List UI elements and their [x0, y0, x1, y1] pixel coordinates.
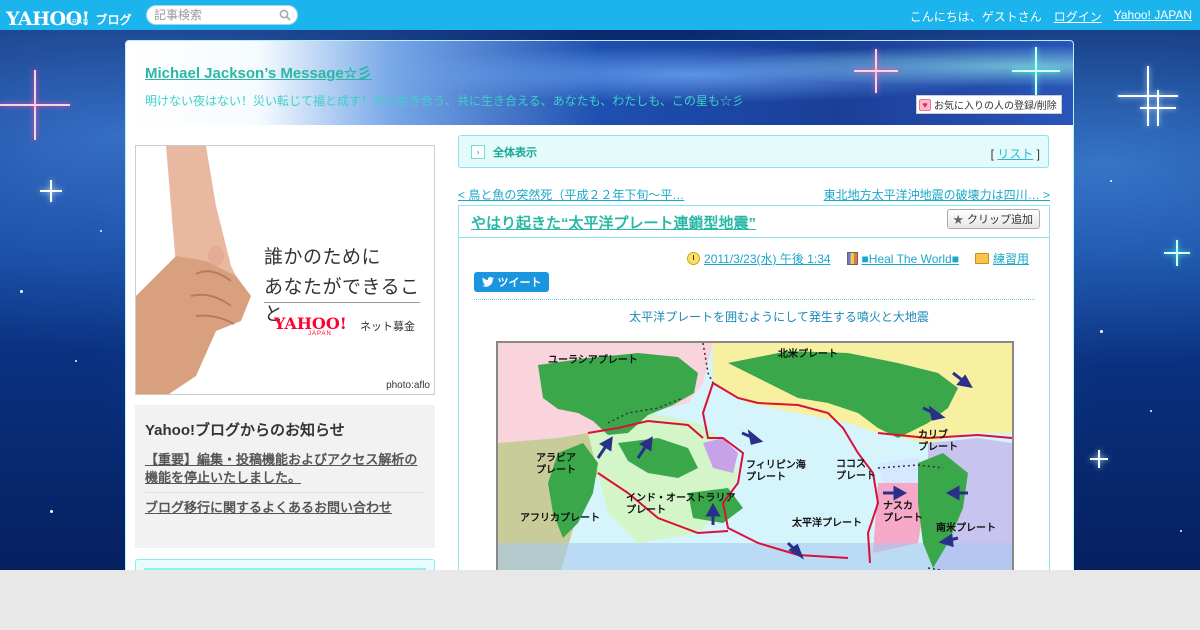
- article-date-link[interactable]: 2011/3/23(水) 午後 1:34: [704, 250, 831, 267]
- article-caption: 太平洋プレートを囲むようにして発生する噴火と大地震: [629, 310, 929, 324]
- map-label-arabia: アラビアプレート: [536, 451, 576, 476]
- notice-link-important[interactable]: 【重要】編集・投稿機能およびアクセス解析の機能を停止いたしました。: [145, 451, 425, 487]
- ad-photo-credit: photo:aflo: [386, 380, 430, 391]
- twitter-bird-icon: [481, 277, 494, 287]
- article-folder-link[interactable]: 練習用: [993, 250, 1029, 267]
- star-decoration: [100, 230, 102, 232]
- article-title-bar: やはり起きた“太平洋プレート連鎖型地震” ★ クリップ追加: [459, 206, 1049, 238]
- next-article-link[interactable]: 東北地方太平洋沖地震の破壊力は四川… >: [824, 188, 1050, 202]
- star-decoration: [1180, 530, 1182, 532]
- favorite-register-button[interactable]: ♥ お気に入りの人の登録/削除: [916, 95, 1062, 114]
- star-decoration: [1110, 180, 1112, 182]
- all-view-icon: ›: [471, 144, 485, 159]
- prev-article-link[interactable]: < 鳥と魚の突然死（平成２２年下旬～平…: [458, 188, 684, 202]
- star-decoration: [1100, 330, 1103, 333]
- map-label-eurasia: ユーラシアプレート: [548, 353, 638, 366]
- sparkle-decoration: [1090, 450, 1108, 468]
- page-bottom-strip: [0, 570, 1200, 630]
- ad-divider: [264, 302, 420, 303]
- blog-frame: Michael Jackson’s Message☆彡 明けない夜はない！災い転…: [125, 40, 1074, 580]
- article-category-link[interactable]: ■Heal The World■: [862, 252, 959, 266]
- list-bracket-open: [: [990, 147, 994, 161]
- article-meta: 2011/3/23(水) 午後 1:34 ■Heal The World■ 練習…: [687, 250, 1029, 267]
- charity-ad-banner[interactable]: 誰かのために あなたができること YAHOO! JAPAN ネット募金 phot…: [135, 145, 435, 395]
- yahoo-top-bar: YAHOO! JAPAN ブログ こんにちは、ゲストさん ログイン Yahoo!…: [0, 0, 1200, 30]
- helping-hands-image: [136, 146, 251, 394]
- list-bracket-close: ]: [1036, 147, 1040, 161]
- favorite-register-label: お気に入りの人の登録/削除: [934, 101, 1057, 112]
- search-icon[interactable]: [279, 9, 291, 21]
- yahoo-blog-notice-box: Yahoo!ブログからのお知らせ 【重要】編集・投稿機能およびアクセス解析の機能…: [135, 405, 435, 548]
- search-box: [146, 5, 298, 25]
- notice-heading: Yahoo!ブログからのお知らせ: [145, 422, 345, 439]
- list-toggle: [ リスト ]: [991, 145, 1040, 162]
- blog-title-link[interactable]: Michael Jackson’s Message☆彡: [145, 62, 372, 83]
- ad-service-name: ネット募金: [360, 321, 415, 333]
- greeting-text: こんにちは、ゲストさん: [909, 10, 1042, 24]
- map-label-north-america: 北米プレート: [778, 347, 838, 360]
- yahoo-logo-sub: JAPAN: [62, 19, 90, 26]
- sparkle-decoration: [854, 49, 898, 93]
- sparkle-decoration: [0, 70, 70, 140]
- star-icon: ★: [952, 211, 964, 227]
- all-view-bar: › 全体表示 [ リスト ]: [458, 135, 1049, 168]
- star-decoration: [20, 290, 23, 293]
- sparkle-decoration: [1140, 90, 1176, 126]
- article-divider: [474, 299, 1035, 300]
- plate-map-svg: ユーラシアプレート 北米プレート アラビアプレート フィリピン海プレート ココス…: [498, 343, 1012, 579]
- yahoo-blog-logo[interactable]: YAHOO! JAPAN ブログ: [6, 1, 132, 29]
- all-view-label: 全体表示: [493, 146, 537, 159]
- folder-icon: [974, 253, 989, 264]
- list-view-link[interactable]: リスト: [997, 147, 1033, 161]
- blog-description: 明けない夜はない！災い転じて福と成す！共に生き合う、共に生き合える、あなたも、わ…: [145, 94, 744, 108]
- clip-add-button[interactable]: ★ クリップ追加: [947, 209, 1040, 229]
- yahoo-japan-link[interactable]: Yahoo! JAPAN: [1114, 8, 1192, 25]
- heart-icon: ♥: [919, 98, 931, 111]
- sparkle-decoration: [1012, 47, 1060, 95]
- clip-add-label: クリップ追加: [967, 214, 1033, 226]
- ad-yahoo-logo-sub: JAPAN: [308, 331, 332, 337]
- clock-icon: [687, 252, 701, 265]
- tweet-button[interactable]: ツイート: [474, 272, 549, 292]
- tweet-label: ツイート: [497, 277, 542, 289]
- blog-label: ブログ: [95, 13, 132, 27]
- map-label-africa: アフリカプレート: [520, 511, 600, 524]
- category-book-icon: [846, 252, 858, 265]
- blog-header: Michael Jackson’s Message☆彡 明けない夜はない！災い転…: [126, 41, 1073, 125]
- map-label-south-america: 南米プレート: [936, 521, 996, 534]
- login-link[interactable]: ログイン: [1054, 8, 1102, 25]
- map-label-pacific: 太平洋プレート: [791, 516, 862, 529]
- article-title-link[interactable]: やはり起きた“太平洋プレート連鎖型地震”: [471, 212, 756, 233]
- prev-next-nav: < 鳥と魚の突然死（平成２２年下旬～平… 東北地方太平洋沖地震の破壊力は四川… …: [458, 186, 1050, 202]
- search-input[interactable]: [154, 8, 276, 22]
- notice-link-faq[interactable]: ブログ移行に関するよくあるお問い合わせ: [145, 499, 425, 517]
- star-decoration: [75, 360, 77, 362]
- notice-divider: [145, 492, 425, 493]
- sparkle-decoration: [40, 180, 62, 202]
- sparkle-decoration: [1164, 240, 1190, 266]
- star-decoration: [1150, 410, 1152, 412]
- ad-headline-line1: 誰かのために: [264, 246, 382, 268]
- tectonic-plate-map: ユーラシアプレート 北米プレート アラビアプレート フィリピン海プレート ココス…: [496, 341, 1014, 579]
- user-nav: こんにちは、ゲストさん ログイン Yahoo! JAPAN: [910, 8, 1192, 25]
- article-panel: やはり起きた“太平洋プレート連鎖型地震” ★ クリップ追加 2011/3/23(…: [458, 205, 1050, 579]
- star-decoration: [50, 510, 53, 513]
